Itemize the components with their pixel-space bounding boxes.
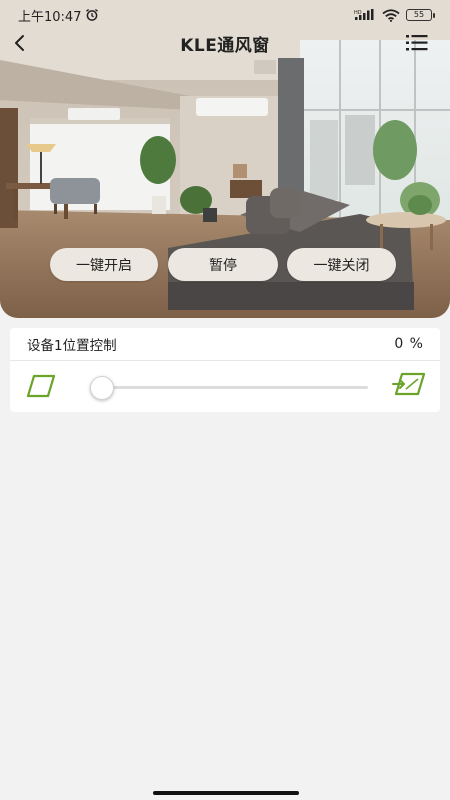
- status-indicators: HD 55: [354, 8, 435, 22]
- status-bar: 上午10:47 HD 55: [0, 0, 450, 30]
- battery-icon: 55: [406, 9, 435, 21]
- device-position-value: 0 %: [394, 336, 424, 352]
- window-closed-icon[interactable]: [26, 374, 56, 398]
- position-slider-row: [10, 361, 440, 411]
- action-button-row: 一键开启 暂停 一键关闭: [0, 248, 450, 282]
- home-indicator[interactable]: [153, 791, 299, 795]
- clock-text: 上午10:47: [18, 9, 82, 25]
- wifi-icon: [382, 8, 400, 22]
- position-slider-track[interactable]: [102, 386, 368, 389]
- device-title: 设备1位置控制: [27, 338, 117, 354]
- open-all-button[interactable]: 一键开启: [50, 248, 158, 281]
- window-open-icon[interactable]: [392, 371, 426, 397]
- device-card-header: 设备1位置控制 0 %: [10, 328, 440, 361]
- status-time: 上午10:47: [18, 6, 99, 25]
- alarm-icon: [86, 8, 99, 21]
- page-title: KLE通风窗: [180, 36, 270, 56]
- hero-image: 上午10:47 HD 55 KLE通风窗 一键开启 暂停 一键关闭: [0, 0, 450, 318]
- close-all-button[interactable]: 一键关闭: [287, 248, 396, 281]
- position-slider-thumb[interactable]: [90, 376, 114, 400]
- nav-bar: KLE通风窗: [0, 28, 450, 58]
- pause-button[interactable]: 暂停: [168, 248, 278, 281]
- device-control-card: 设备1位置控制 0 %: [10, 328, 440, 412]
- battery-level: 55: [413, 10, 425, 19]
- signal-icon: HD: [354, 9, 374, 20]
- list-menu-icon[interactable]: [406, 33, 428, 53]
